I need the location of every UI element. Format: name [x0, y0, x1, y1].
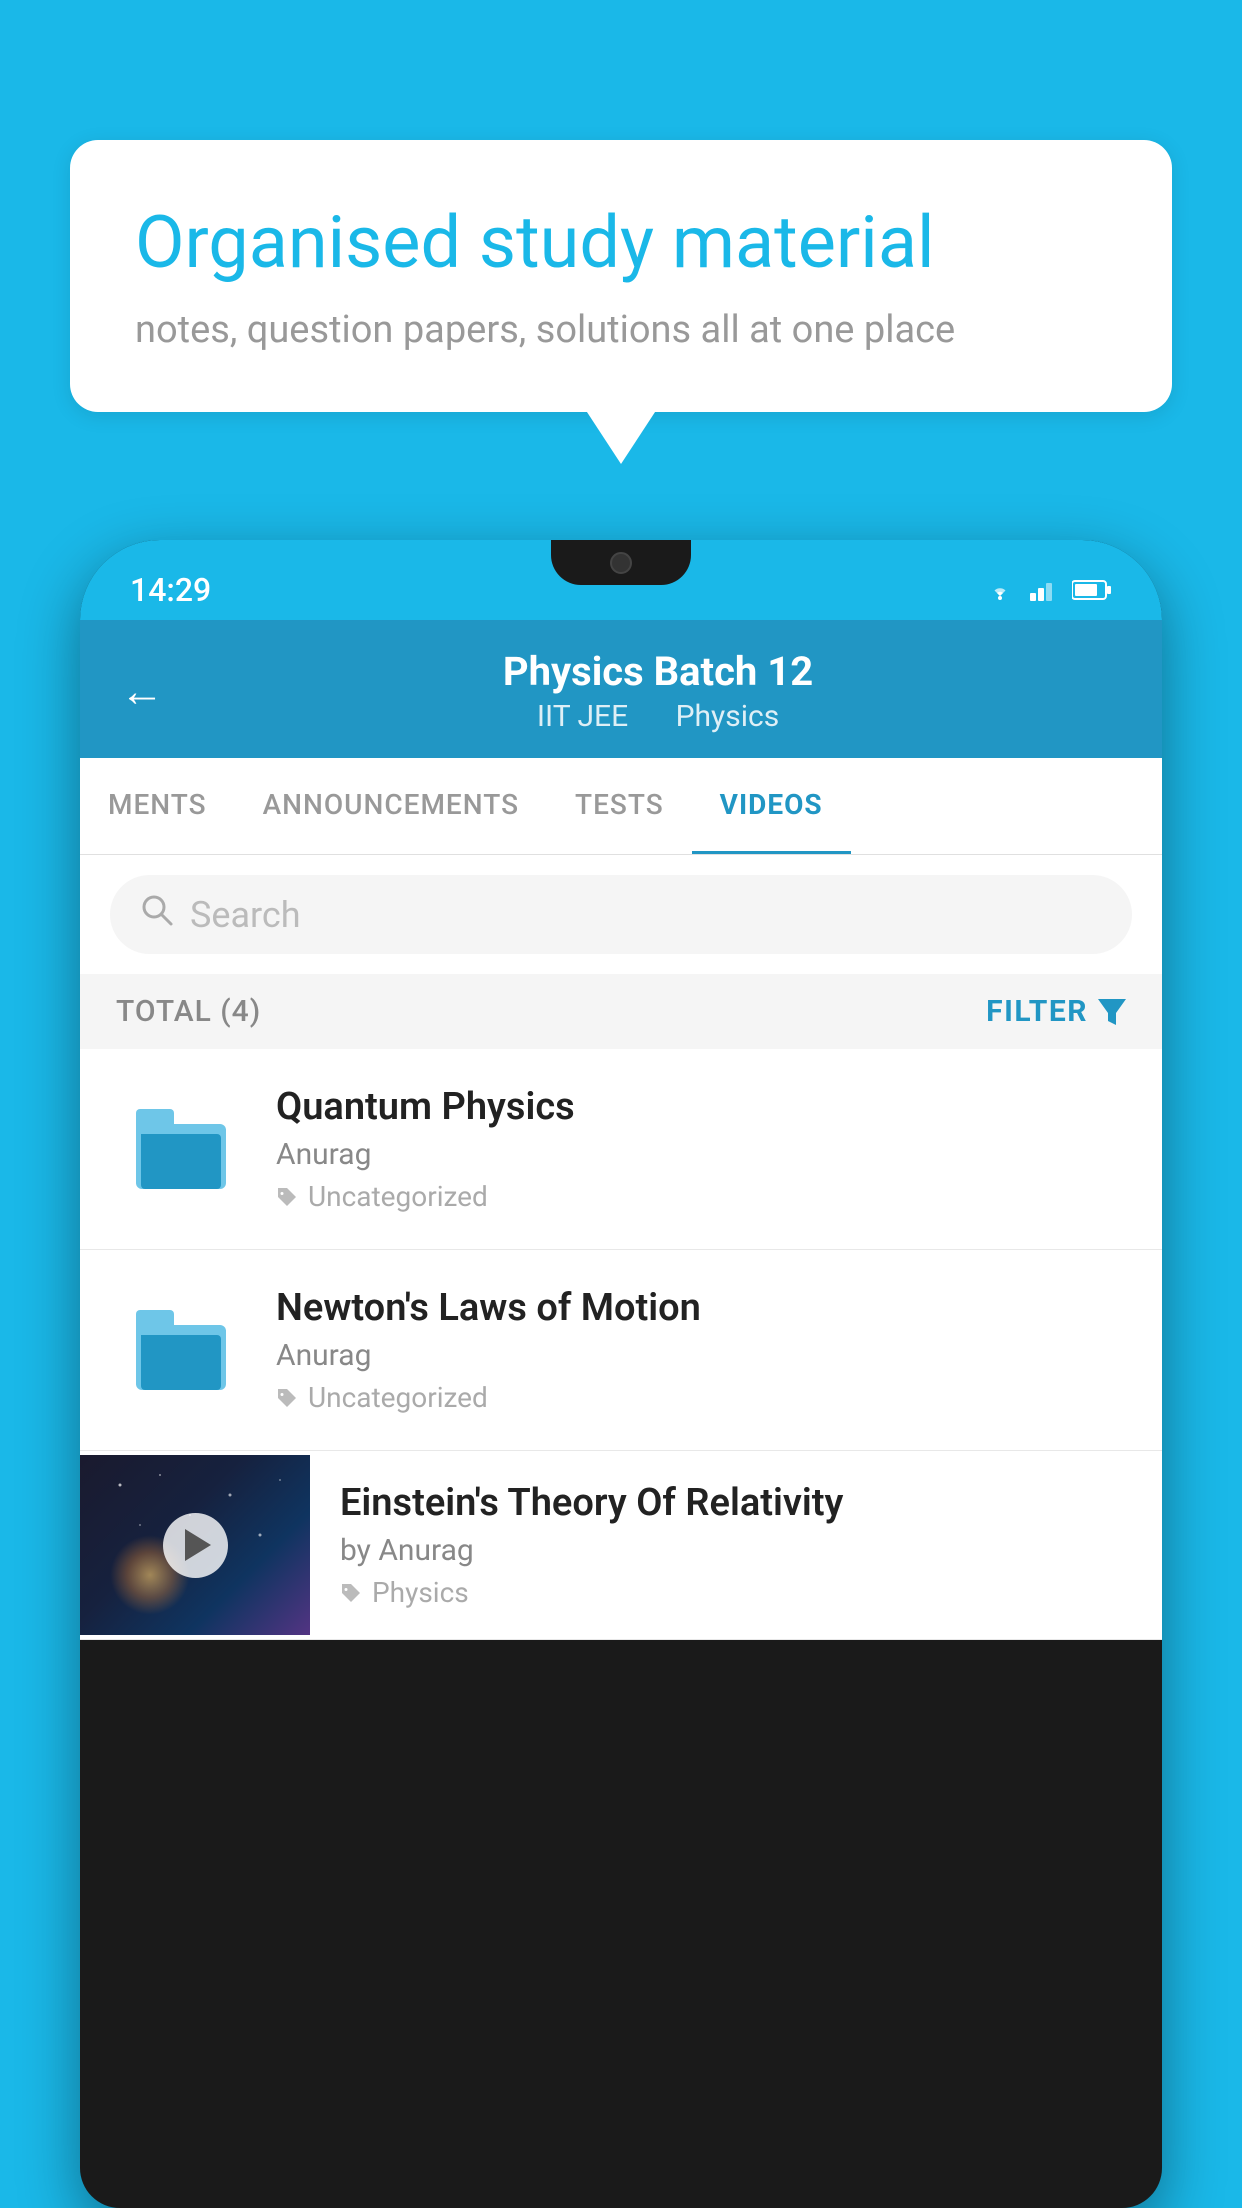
video-tag: Uncategorized — [276, 1381, 1126, 1414]
video-title: Einstein's Theory Of Relativity — [340, 1481, 1126, 1525]
subtitle-iit: IIT JEE — [537, 699, 628, 734]
play-button[interactable] — [163, 1513, 228, 1578]
video-list: Quantum Physics Anurag Uncategorized — [80, 1049, 1162, 1640]
video-info: Newton's Laws of Motion Anurag Uncategor… — [276, 1286, 1126, 1414]
total-count: TOTAL (4) — [116, 994, 261, 1029]
speech-bubble-section: Organised study material notes, question… — [70, 140, 1172, 412]
batch-title: Physics Batch 12 — [194, 648, 1122, 695]
search-icon — [140, 893, 174, 936]
battery-icon — [1072, 579, 1112, 601]
folder-thumbnail — [116, 1300, 246, 1400]
video-info: Einstein's Theory Of Relativity by Anura… — [340, 1451, 1126, 1639]
search-container: Search — [80, 855, 1162, 974]
folder-icon — [136, 1109, 226, 1189]
tab-announcements[interactable]: ANNOUNCEMENTS — [235, 758, 547, 854]
signal-icon — [1030, 579, 1058, 601]
camera-dot — [610, 552, 632, 574]
status-time: 14:29 — [130, 571, 211, 609]
tag-label: Uncategorized — [308, 1180, 488, 1213]
batch-subtitle: IIT JEE Physics — [194, 699, 1122, 734]
tag-icon — [340, 1582, 364, 1604]
filter-row: TOTAL (4) FILTER — [80, 974, 1162, 1049]
play-icon — [185, 1529, 211, 1561]
search-bar[interactable]: Search — [110, 875, 1132, 954]
tag-icon — [276, 1387, 300, 1409]
phone-frame: 14:29 — [80, 540, 1162, 2208]
list-item[interactable]: Quantum Physics Anurag Uncategorized — [80, 1049, 1162, 1250]
header-center: Physics Batch 12 IIT JEE Physics — [194, 648, 1122, 734]
video-thumbnail — [80, 1455, 310, 1635]
video-title: Quantum Physics — [276, 1085, 1126, 1129]
video-title: Newton's Laws of Motion — [276, 1286, 1126, 1330]
video-author: Anurag — [276, 1338, 1126, 1373]
subtitle-physics: Physics — [676, 699, 780, 734]
filter-icon — [1098, 999, 1126, 1025]
video-tag: Physics — [340, 1576, 1126, 1609]
speech-bubble: Organised study material notes, question… — [70, 140, 1172, 412]
notch — [551, 540, 691, 585]
status-icons — [984, 578, 1112, 602]
filter-label: FILTER — [986, 994, 1088, 1029]
tag-icon — [276, 1186, 300, 1208]
video-author: Anurag — [276, 1137, 1126, 1172]
tag-label: Uncategorized — [308, 1381, 488, 1414]
tab-tests[interactable]: TESTS — [547, 758, 692, 854]
wifi-icon — [984, 578, 1016, 602]
video-author: by Anurag — [340, 1533, 1126, 1568]
tag-label: Physics — [372, 1576, 469, 1609]
tab-ments[interactable]: MENTS — [80, 758, 235, 854]
filter-button[interactable]: FILTER — [986, 994, 1126, 1029]
bubble-subtitle: notes, question papers, solutions all at… — [135, 308, 1107, 352]
tab-videos[interactable]: VIDEOS — [692, 758, 851, 854]
folder-icon — [136, 1310, 226, 1390]
video-info: Quantum Physics Anurag Uncategorized — [276, 1085, 1126, 1213]
back-button[interactable]: ← — [120, 665, 164, 717]
status-bar: 14:29 — [80, 540, 1162, 620]
video-tag: Uncategorized — [276, 1180, 1126, 1213]
app-header: ← Physics Batch 12 IIT JEE Physics — [80, 620, 1162, 758]
tabs-container: MENTS ANNOUNCEMENTS TESTS VIDEOS — [80, 758, 1162, 855]
list-item[interactable]: Newton's Laws of Motion Anurag Uncategor… — [80, 1250, 1162, 1451]
phone-screen: ← Physics Batch 12 IIT JEE Physics MENTS… — [80, 620, 1162, 1640]
folder-thumbnail — [116, 1099, 246, 1199]
list-item[interactable]: Einstein's Theory Of Relativity by Anura… — [80, 1451, 1162, 1640]
search-placeholder: Search — [190, 894, 301, 936]
bubble-title: Organised study material — [135, 200, 1107, 286]
